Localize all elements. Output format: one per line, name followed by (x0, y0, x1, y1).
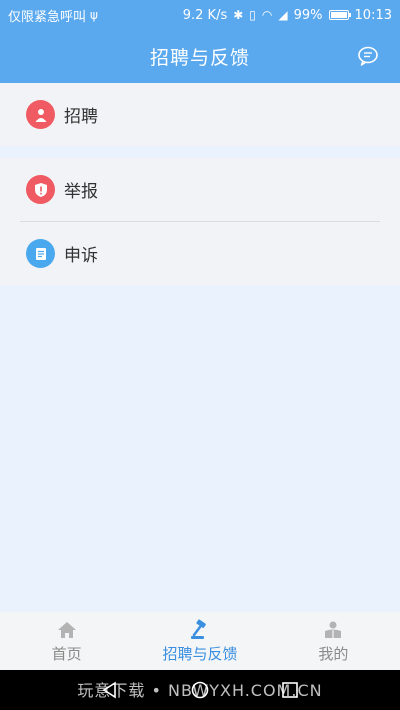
report-icon (26, 175, 55, 204)
bottom-tab-bar: 首页 招聘与反馈 我的 (0, 612, 400, 670)
menu-group-recruit: 招聘 (0, 83, 400, 146)
network-speed: 9.2 K/s (182, 7, 228, 23)
menu-item-recruit[interactable]: 招聘 (0, 83, 400, 146)
tab-label: 我的 (318, 644, 349, 663)
tab-mine[interactable]: 我的 (267, 612, 400, 670)
section-gap (0, 146, 400, 158)
home-icon (57, 621, 76, 638)
menu-item-report[interactable]: 举报 (0, 158, 400, 221)
clock: 10:13 (354, 7, 392, 23)
usb-icon: ψ (90, 8, 98, 22)
tab-recruit-feedback[interactable]: 招聘与反馈 (133, 612, 266, 670)
recents-icon[interactable] (280, 680, 300, 700)
bluetooth-icon: ✱ (233, 8, 244, 22)
menu-item-appeal[interactable]: 申诉 (0, 222, 400, 285)
menu-item-label: 举报 (64, 182, 98, 202)
appeal-icon (26, 239, 55, 268)
gavel-icon (190, 618, 206, 639)
menu-list: 招聘 举报 申诉 (0, 83, 400, 285)
carrier-text: 仅限紧急呼叫 (8, 9, 87, 25)
home-nav-icon[interactable] (190, 680, 210, 700)
system-nav-bar (0, 670, 400, 710)
message-icon[interactable] (356, 44, 380, 68)
profile-icon (325, 621, 342, 638)
menu-group-feedback: 举报 申诉 (0, 158, 400, 285)
wifi-icon: ◠ (261, 8, 273, 22)
menu-item-label: 申诉 (64, 246, 98, 266)
tab-label: 首页 (51, 644, 82, 663)
menu-item-label: 招聘 (64, 107, 98, 127)
status-bar: 仅限紧急呼叫 ψ 9.2 K/s ✱ ▯ ◠ ◢ 99% 10:13 (0, 0, 400, 30)
battery-percent: 99% (293, 7, 323, 23)
back-icon[interactable] (100, 680, 120, 700)
tab-home[interactable]: 首页 (0, 612, 133, 670)
vibrate-icon: ▯ (249, 8, 256, 22)
signal-icon: ◢ (278, 8, 288, 22)
battery-icon (328, 10, 351, 20)
tab-label: 招聘与反馈 (162, 644, 238, 663)
page-title: 招聘与反馈 (149, 47, 250, 69)
recruit-icon (26, 100, 55, 129)
app-header: 招聘与反馈 (0, 30, 400, 83)
